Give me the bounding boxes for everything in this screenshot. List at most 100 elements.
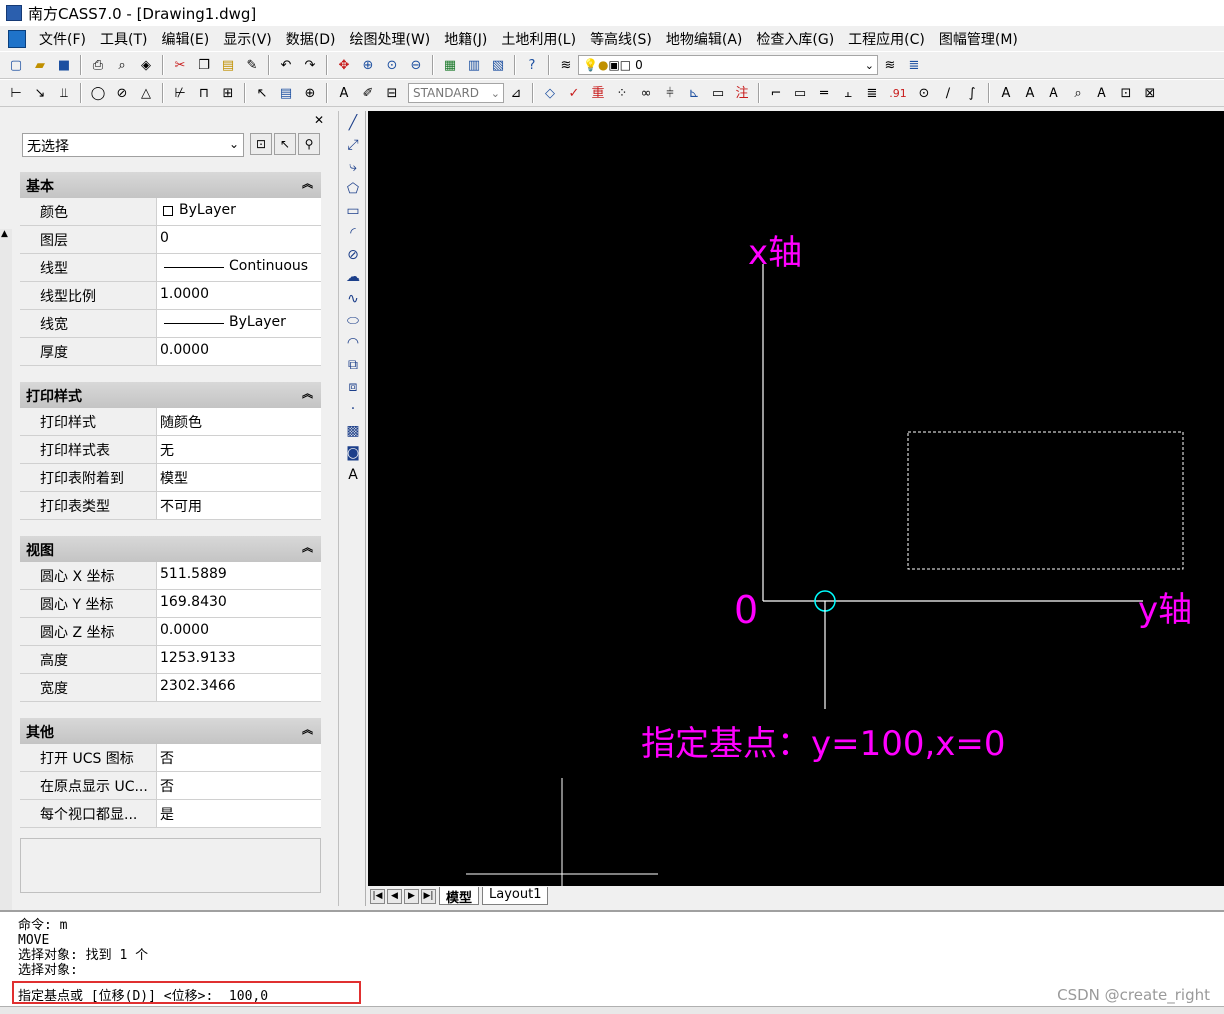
point-icon[interactable]: · bbox=[343, 399, 363, 419]
elevation-point-button[interactable]: .91 bbox=[886, 83, 910, 103]
arc-icon[interactable]: ◜ bbox=[343, 223, 363, 243]
ellipse-icon[interactable]: ⬭ bbox=[343, 311, 363, 331]
quick-select-icon[interactable]: ⚲ bbox=[298, 133, 320, 155]
selection-dropdown[interactable]: 无选择 ⌄ bbox=[22, 133, 244, 157]
panel-scrollbar[interactable]: ▲ ▼ bbox=[0, 229, 12, 944]
property-row[interactable]: 打印样式 随颜色 bbox=[20, 408, 321, 436]
node-icon[interactable]: ⁘ bbox=[612, 83, 632, 103]
property-row[interactable]: 圆心 X 坐标 511.5889 bbox=[20, 562, 321, 590]
properties-icon[interactable]: ▦ bbox=[440, 55, 460, 75]
text-icon[interactable]: A bbox=[996, 83, 1016, 103]
help-icon[interactable]: ? bbox=[522, 55, 542, 75]
next-tab-icon[interactable]: ▶ bbox=[404, 888, 419, 904]
undo-icon[interactable]: ↶ bbox=[276, 55, 296, 75]
match-properties-icon[interactable]: ✎ bbox=[242, 55, 262, 75]
fence-icon[interactable]: ⫩ bbox=[660, 83, 680, 103]
curve-icon[interactable]: ∫ bbox=[962, 83, 982, 103]
dimension-linear-icon[interactable]: ⊢ bbox=[6, 83, 26, 103]
control-point-icon[interactable]: ⊙ bbox=[914, 83, 934, 103]
prev-tab-icon[interactable]: ◀ bbox=[387, 888, 402, 904]
pan-icon[interactable]: ✥ bbox=[334, 55, 354, 75]
tool-palette-icon[interactable]: ▧ bbox=[488, 55, 508, 75]
polyline-icon[interactable]: ⌐ bbox=[766, 83, 786, 103]
menu-drawing[interactable]: 绘图处理(W) bbox=[342, 29, 437, 49]
zoom-window-icon[interactable]: ⊙ bbox=[382, 55, 402, 75]
elevation-icon[interactable]: ⊾ bbox=[684, 83, 704, 103]
dimension-ordinate-icon[interactable]: ⫫ bbox=[54, 83, 74, 103]
dimension-text-edit-icon[interactable]: ✐ bbox=[358, 83, 378, 103]
collapse-icon[interactable]: ︽ bbox=[302, 385, 313, 401]
dimension-angular-icon[interactable]: △ bbox=[136, 83, 156, 103]
collapse-icon[interactable]: ︽ bbox=[302, 721, 313, 737]
property-row[interactable]: 线宽 ByLayer bbox=[20, 310, 321, 338]
document-menu-icon[interactable] bbox=[8, 29, 26, 48]
section-header[interactable]: 打印样式 ︽ bbox=[20, 382, 321, 408]
dimension-aligned-icon[interactable]: ↘ bbox=[30, 83, 50, 103]
construction-line-icon[interactable]: ⤢ bbox=[343, 135, 363, 155]
text-justify-icon[interactable]: ⊠ bbox=[1140, 83, 1160, 103]
hatch-icon[interactable]: ▩ bbox=[343, 421, 363, 441]
line-icon[interactable]: ∕ bbox=[938, 83, 958, 103]
menu-check[interactable]: 检查入库(G) bbox=[749, 29, 841, 49]
find-text-icon[interactable]: ⌕ bbox=[1068, 83, 1088, 103]
spline-icon[interactable]: ∿ bbox=[343, 289, 363, 309]
ruler-icon[interactable]: ▭ bbox=[708, 83, 728, 103]
dimension-continue-icon[interactable]: ⊞ bbox=[218, 83, 238, 103]
checkmark-icon[interactable]: ✓ bbox=[564, 83, 584, 103]
property-row[interactable]: 图层 0 bbox=[20, 226, 321, 254]
property-row[interactable]: 高度 1253.9133 bbox=[20, 646, 321, 674]
region-icon[interactable]: ◙ bbox=[343, 443, 363, 463]
text-scale-icon[interactable]: ⊡ bbox=[1116, 83, 1136, 103]
text-edit-icon[interactable]: Ꭺ bbox=[1044, 83, 1064, 103]
layer-manager-icon[interactable]: ≋ bbox=[556, 55, 576, 75]
dimension-style-icon[interactable]: ⊿ bbox=[506, 83, 526, 103]
point-tag-icon[interactable]: ◇ bbox=[540, 83, 560, 103]
property-row[interactable]: 打印表附着到 模型 bbox=[20, 464, 321, 492]
rectangle-icon[interactable]: ▭ bbox=[343, 201, 363, 221]
parallel-line-icon[interactable]: ⫠ bbox=[838, 83, 858, 103]
zoom-previous-icon[interactable]: ⊖ bbox=[406, 55, 426, 75]
line-icon[interactable]: ╱ bbox=[343, 113, 363, 133]
polygon-icon[interactable]: ⬠ bbox=[343, 179, 363, 199]
menu-land-use[interactable]: 土地利用(L) bbox=[494, 29, 583, 49]
new-file-icon[interactable]: ▢ bbox=[6, 55, 26, 75]
layer-previous-icon[interactable]: ≋ bbox=[880, 55, 900, 75]
stairs-icon[interactable]: ≣ bbox=[862, 83, 882, 103]
section-header[interactable]: 其他 ︽ bbox=[20, 718, 321, 744]
spell-check-icon[interactable]: Ꭺ bbox=[1092, 83, 1112, 103]
cut-icon[interactable]: ✂ bbox=[170, 55, 190, 75]
dimension-diameter-icon[interactable]: ⊘ bbox=[112, 83, 132, 103]
redraw-button[interactable]: 重 bbox=[588, 83, 608, 103]
center-mark-icon[interactable]: ⊕ bbox=[300, 83, 320, 103]
dimension-radius-icon[interactable]: ◯ bbox=[88, 83, 108, 103]
zoom-realtime-icon[interactable]: ⊕ bbox=[358, 55, 378, 75]
rectangle-icon[interactable]: ▭ bbox=[790, 83, 810, 103]
menu-data[interactable]: 数据(D) bbox=[279, 29, 343, 49]
property-row[interactable]: 线型比例 1.0000 bbox=[20, 282, 321, 310]
property-row[interactable]: 宽度 2302.3466 bbox=[20, 674, 321, 702]
property-row[interactable]: 线型 Continuous bbox=[20, 254, 321, 282]
layer-states-icon[interactable]: ≣ bbox=[904, 55, 924, 75]
quick-dimension-icon[interactable]: ⊬ bbox=[170, 83, 190, 103]
publish-icon[interactable]: ◈ bbox=[136, 55, 156, 75]
dimension-update-icon[interactable]: ⊟ bbox=[382, 83, 402, 103]
multiline-text-icon[interactable]: A bbox=[1020, 83, 1040, 103]
property-row[interactable]: 在原点显示 UC... 否 bbox=[20, 772, 321, 800]
property-row[interactable]: 打印表类型 不可用 bbox=[20, 492, 321, 520]
menu-sheet[interactable]: 图幅管理(M) bbox=[932, 29, 1025, 49]
collapse-icon[interactable]: ︽ bbox=[302, 175, 313, 191]
print-preview-icon[interactable]: ⌕ bbox=[112, 55, 132, 75]
paste-icon[interactable]: ▤ bbox=[218, 55, 238, 75]
drawing-canvas[interactable]: x轴 y轴 0 指定基点：y=100,x=0 bbox=[368, 111, 1224, 886]
menu-view[interactable]: 显示(V) bbox=[216, 29, 279, 49]
ellipse-arc-icon[interactable]: ◠ bbox=[343, 333, 363, 353]
menu-cadastre[interactable]: 地籍(J) bbox=[437, 29, 494, 49]
annotate-button[interactable]: 注 bbox=[732, 83, 752, 103]
leader-icon[interactable]: ↖ bbox=[252, 83, 272, 103]
revision-cloud-icon[interactable]: ☁ bbox=[343, 267, 363, 287]
section-header[interactable]: 基本 ︽ bbox=[20, 172, 321, 198]
last-tab-icon[interactable]: ▶| bbox=[421, 888, 436, 904]
scroll-up-icon[interactable]: ▲ bbox=[1, 229, 8, 239]
first-tab-icon[interactable]: |◀ bbox=[370, 888, 385, 904]
menu-contour[interactable]: 等高线(S) bbox=[583, 29, 659, 49]
